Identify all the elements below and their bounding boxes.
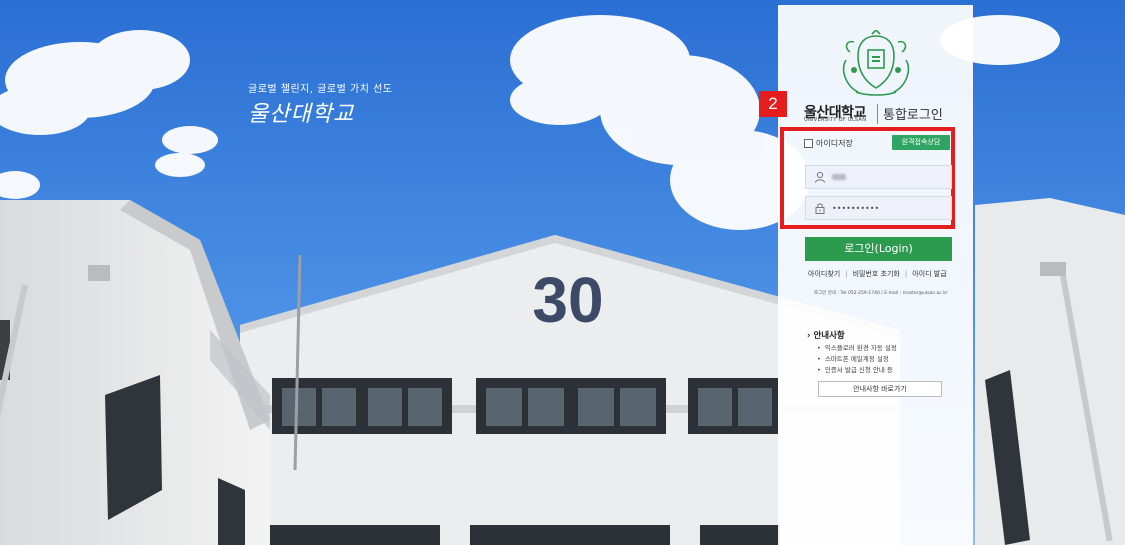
- notice-title-text: 안내사항: [813, 331, 845, 341]
- portal-title: 통합로그인: [883, 108, 943, 123]
- notice-shortcut-button[interactable]: 안내사항 바로가기: [818, 381, 942, 397]
- user-id-field[interactable]: [805, 165, 952, 189]
- building-number: 30: [532, 264, 603, 336]
- title-divider: [877, 104, 878, 124]
- remote-support-button[interactable]: 원격접속상담: [892, 135, 950, 150]
- login-button[interactable]: 로그인(Login): [805, 237, 952, 261]
- checkbox-icon[interactable]: [804, 139, 813, 148]
- university-emblem-icon: [842, 30, 910, 96]
- password-value: ••••••••••: [832, 203, 880, 213]
- remember-id-checkbox[interactable]: 아이디저장: [804, 138, 853, 149]
- password-field[interactable]: ••••••••••: [805, 196, 952, 220]
- link-separator: |: [904, 270, 908, 278]
- lock-icon: [815, 203, 825, 214]
- annotation-badge: 2: [759, 91, 787, 117]
- hero-tagline: 글로벌 챌린지, 글로벌 가치 선도: [248, 84, 393, 95]
- help-contact: 로그인 문의 : Tel 052-259-1740 / E-mail : mas…: [814, 291, 948, 296]
- notice-title: › 안내사항: [807, 329, 845, 341]
- user-id-value-redacted: [832, 174, 846, 180]
- reset-password-link[interactable]: 비밀번호 초기화: [853, 269, 900, 279]
- account-links: 아이디찾기 | 비밀번호 초기화 | 아이디 발급: [808, 269, 947, 279]
- find-id-link[interactable]: 아이디찾기: [808, 269, 840, 279]
- hero-brand-script: 울산대학교: [248, 102, 355, 127]
- link-separator: |: [845, 270, 848, 278]
- notice-list: 익스플로러 환경 자동 설정 스마트폰 메일계정 설정 인증서 발급 신청 안내…: [817, 343, 897, 376]
- notice-item[interactable]: 스마트폰 메일계정 설정: [817, 354, 897, 365]
- issue-id-link[interactable]: 아이디 발급: [912, 269, 946, 279]
- user-icon: [815, 171, 825, 183]
- notice-item[interactable]: 익스플로러 환경 자동 설정: [817, 343, 897, 354]
- university-name-en: UNIVERSITY OF ULSAN: [804, 117, 867, 123]
- remember-id-label: 아이디저장: [816, 139, 853, 148]
- notice-item[interactable]: 인증서 발급 신청 안내 등: [817, 365, 897, 376]
